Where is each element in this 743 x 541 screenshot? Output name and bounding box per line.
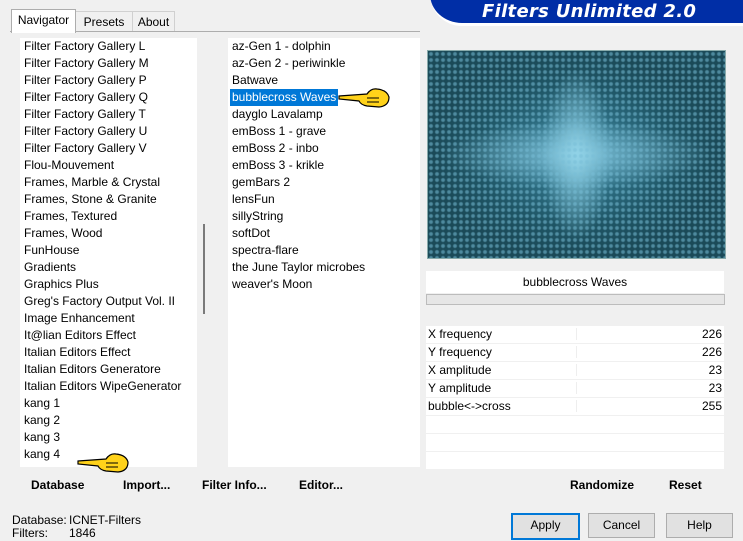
cancel-button[interactable]: Cancel	[588, 513, 655, 538]
filters-count-label: Filters:	[12, 526, 48, 540]
param-label: Y frequency	[428, 345, 492, 359]
filter-item[interactable]: softDot	[230, 225, 272, 242]
progress-bar	[426, 294, 725, 305]
param-value: 23	[708, 381, 722, 395]
slider-tick	[576, 346, 577, 358]
filter-preview-image	[427, 50, 726, 259]
param-slider[interactable]: Y frequency 226	[426, 344, 724, 361]
filter-item[interactable]: the June Taylor microbes	[230, 259, 367, 276]
pointing-hand-icon	[338, 88, 390, 108]
param-row-empty	[426, 416, 724, 433]
param-value: 226	[701, 327, 722, 341]
category-item[interactable]: FunHouse	[20, 242, 79, 259]
category-item[interactable]: Filter Factory Gallery Q	[20, 89, 148, 106]
randomize-button[interactable]: Randomize	[570, 478, 634, 492]
apply-button[interactable]: Apply	[511, 513, 580, 540]
param-slider[interactable]: X amplitude 23	[426, 362, 724, 379]
import-button[interactable]: Import...	[123, 478, 170, 492]
filter-info-button[interactable]: Filter Info...	[202, 478, 267, 492]
filter-item[interactable]: bubblecross Waves	[230, 89, 339, 106]
category-item[interactable]: Image Enhancement	[20, 310, 135, 327]
param-slider[interactable]: bubble<->cross 255	[426, 398, 724, 415]
filter-item[interactable]: weaver's Moon	[230, 276, 314, 293]
selected-filter-name: bubblecross Waves	[426, 271, 724, 293]
filter-item[interactable]: emBoss 1 - grave	[230, 123, 328, 140]
category-item[interactable]: kang 3	[20, 429, 60, 446]
filter-item[interactable]: spectra-flare	[230, 242, 301, 259]
category-item[interactable]: Filter Factory Gallery T	[20, 106, 146, 123]
category-item[interactable]: Flou-Mouvement	[20, 157, 114, 174]
category-item[interactable]: Filter Factory Gallery U	[20, 123, 147, 140]
param-label: bubble<->cross	[428, 399, 511, 413]
pointing-hand-icon	[77, 453, 129, 473]
filter-item[interactable]: dayglo Lavalamp	[230, 106, 325, 123]
category-item[interactable]: Italian Editors Effect	[20, 344, 131, 361]
category-item[interactable]: Filter Factory Gallery M	[20, 55, 149, 72]
param-label: Y amplitude	[428, 381, 492, 395]
database-value: ICNET-Filters	[69, 513, 141, 527]
editor-button[interactable]: Editor...	[299, 478, 343, 492]
category-item[interactable]: Gradients	[20, 259, 76, 276]
filter-item[interactable]: Batwave	[230, 72, 280, 89]
tab-navigator[interactable]: Navigator	[11, 9, 76, 33]
param-value: 226	[701, 345, 722, 359]
category-item[interactable]: Frames, Stone & Granite	[20, 191, 157, 208]
filter-item[interactable]: lensFun	[230, 191, 277, 208]
category-item[interactable]: Italian Editors WipeGenerator	[20, 378, 181, 395]
filter-item[interactable]: sillyString	[230, 208, 285, 225]
category-item[interactable]: Frames, Wood	[20, 225, 102, 242]
category-item[interactable]: Italian Editors Generatore	[20, 361, 161, 378]
param-row-empty	[426, 452, 724, 469]
category-item[interactable]: kang 4	[20, 446, 60, 463]
reset-button[interactable]: Reset	[669, 478, 702, 492]
category-item[interactable]: Filter Factory Gallery V	[20, 140, 147, 157]
param-value: 255	[701, 399, 722, 413]
param-label: X frequency	[428, 327, 493, 341]
slider-tick	[576, 382, 577, 394]
param-row-empty	[426, 434, 724, 451]
filter-item[interactable]: emBoss 3 - krikle	[230, 157, 326, 174]
tab-presets[interactable]: Presets	[75, 11, 133, 32]
filter-item[interactable]: az-Gen 2 - periwinkle	[230, 55, 347, 72]
filter-item[interactable]: az-Gen 1 - dolphin	[230, 38, 333, 55]
filter-item[interactable]: gemBars 2	[230, 174, 292, 191]
category-item[interactable]: Greg's Factory Output Vol. II	[20, 293, 175, 310]
filter-item[interactable]: emBoss 2 - inbo	[230, 140, 321, 157]
category-item[interactable]: Graphics Plus	[20, 276, 99, 293]
param-value: 23	[708, 363, 722, 377]
slider-tick	[576, 364, 577, 376]
category-item[interactable]: kang 1	[20, 395, 60, 412]
slider-tick	[576, 400, 577, 412]
scrollbar-thumb[interactable]	[203, 224, 205, 314]
category-item[interactable]: kang 2	[20, 412, 60, 429]
param-label: X amplitude	[428, 363, 492, 377]
database-label: Database:	[12, 513, 67, 527]
category-item[interactable]: Frames, Textured	[20, 208, 117, 225]
category-item[interactable]: It@lian Editors Effect	[20, 327, 136, 344]
category-scrollbar[interactable]	[197, 38, 212, 467]
category-list[interactable]: Filter Factory Gallery L Filter Factory G…	[20, 38, 197, 467]
help-button[interactable]: Help	[666, 513, 733, 538]
filters-count-value: 1846	[69, 526, 96, 540]
filter-list[interactable]: az-Gen 1 - dolphin az-Gen 2 - periwinkle B…	[228, 38, 420, 467]
window-title: Filters Unlimited 2.0	[482, 1, 697, 22]
category-item[interactable]: Frames, Marble & Crystal	[20, 174, 160, 191]
database-button[interactable]: Database	[31, 478, 84, 492]
param-slider[interactable]: Y amplitude 23	[426, 380, 724, 397]
tab-about[interactable]: About	[132, 11, 175, 32]
category-item[interactable]: Filter Factory Gallery L	[20, 38, 145, 55]
slider-tick	[576, 328, 577, 340]
category-item[interactable]: Filter Factory Gallery P	[20, 72, 147, 89]
param-slider[interactable]: X frequency 226	[426, 326, 724, 343]
